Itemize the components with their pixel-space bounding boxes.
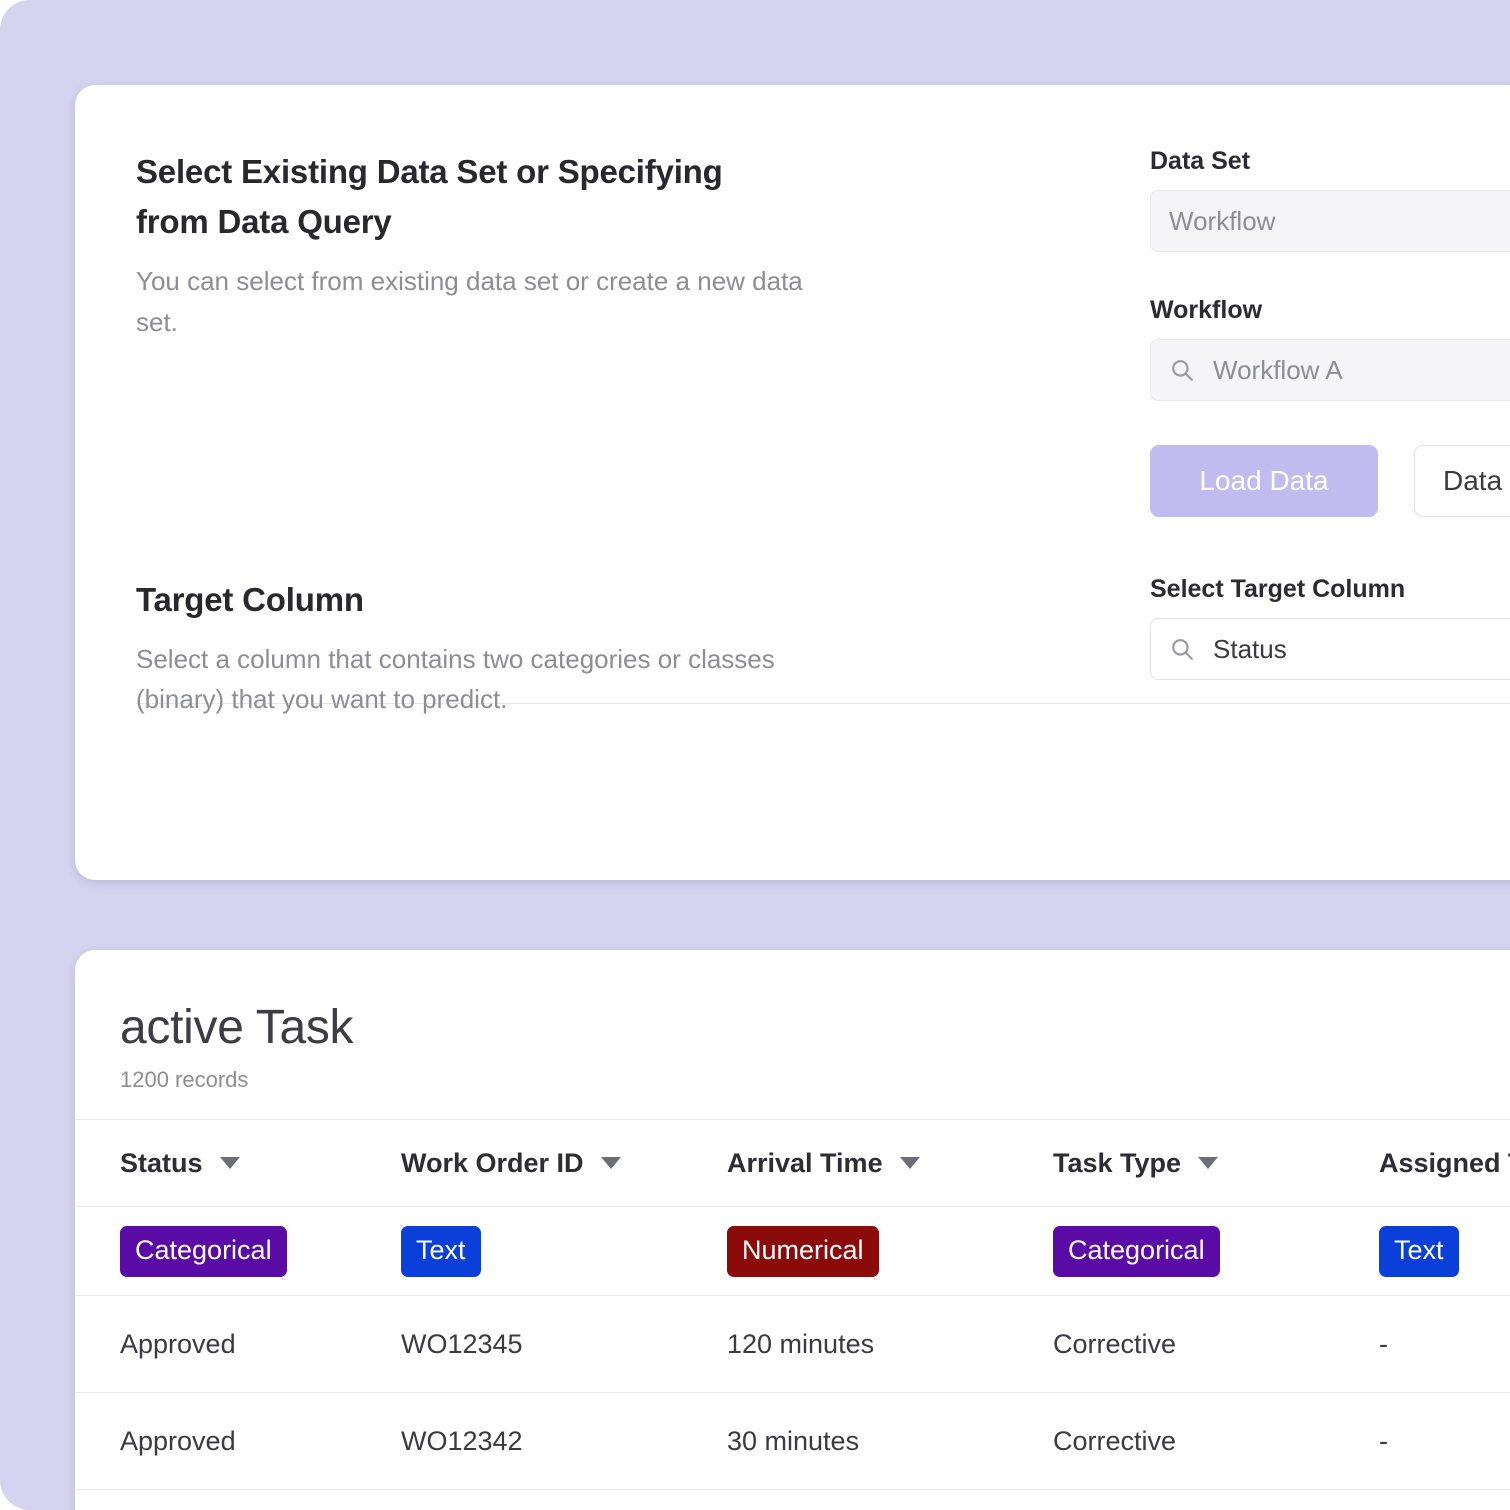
table-row[interactable]: Approved WO12345 120 minutes Corrective … [75,1295,1510,1393]
data-set-label: Data Set [1150,147,1251,175]
section-description: You can select from existing data set or… [136,266,803,337]
type-cell: Text [401,1206,727,1296]
cell-task-type: Corrective [1053,1295,1379,1393]
target-column-section: Target Column Select a column that conta… [75,517,1510,720]
cell-assigned-to: - [1379,1392,1510,1490]
column-label: Task Type [1053,1147,1182,1178]
cell-arrival-time: 30 minutes [727,1392,1053,1490]
column-header-status[interactable]: Status [75,1119,401,1207]
chevron-down-icon[interactable] [1198,1157,1219,1169]
column-header-work-order-id[interactable]: Work Order ID [401,1119,727,1207]
column-header-arrival-time[interactable]: Arrival Time [727,1119,1053,1207]
column-type-row: Categorical Text Numerical Categorical T… [75,1206,1510,1296]
column-label: Status [120,1147,203,1178]
load-data-button[interactable]: Load Data [1150,445,1378,517]
cell-work-order-id: WO12345 [401,1295,727,1393]
data-set-actions: Load Data Data Query [1150,445,1510,517]
status-badge[interactable]: Categorical [120,1225,287,1277]
cell-task-type: Corrective [1053,1392,1379,1490]
cell-status: Approved [75,1392,401,1490]
page-title: active Task [120,1001,354,1054]
type-cell: Text [1379,1206,1510,1296]
table-row[interactable] [75,1489,1510,1510]
target-column-field-group: Select Target Column Status [1150,575,1510,680]
data-set-select[interactable]: Workflow [1150,190,1510,252]
table-header-row: Status Work Order ID Arrival Time Task T… [75,1119,1510,1207]
cell-assigned-to: - [1379,1295,1510,1393]
status-badge[interactable]: Numerical [727,1225,879,1277]
workflow-value: Workflow A [1213,354,1343,385]
target-section-title: Target Column [136,581,364,618]
data-set-value: Workflow [1169,205,1276,236]
table-head: Status Work Order ID Arrival Time Task T… [75,1119,1510,1207]
column-label: Assigned To [1379,1147,1510,1178]
select-data-set-copy: Select Existing Data Set or Specifying f… [75,147,1150,342]
select-data-set-section: Select Existing Data Set or Specifying f… [75,85,1510,517]
table-row[interactable]: Approved WO12342 30 minutes Corrective - [75,1392,1510,1490]
column-header-task-type[interactable]: Task Type [1053,1119,1379,1207]
cell-status: Approved [75,1295,401,1393]
status-badge[interactable]: Categorical [1053,1225,1220,1277]
data-set-card: Select Existing Data Set or Specifying f… [75,85,1510,880]
cell-work-order-id: WO12342 [401,1392,727,1490]
workflow-label: Workflow [1150,296,1263,324]
chevron-down-icon[interactable] [219,1157,240,1169]
data-set-form: Data Set Workflow Workflow Workflow A Lo… [1150,147,1510,517]
type-cell: Categorical [75,1206,401,1296]
column-label: Arrival Time [727,1147,883,1178]
section-title: Select Existing Data Set or Specifying f… [136,153,723,241]
table-body: Categorical Text Numerical Categorical T… [75,1206,1510,1510]
status-badge[interactable]: Text [401,1225,481,1277]
active-task-card: active Task 1200 records Status Work Ord… [75,950,1510,1510]
target-section-description: Select a column that contains two catego… [136,644,775,715]
cell-arrival-time: 120 minutes [727,1295,1053,1393]
workflow-field-group: Workflow Workflow A [1150,296,1510,401]
workflow-search-field[interactable]: Workflow A [1150,339,1510,401]
type-cell: Numerical [727,1206,1053,1296]
search-icon [1172,639,1193,660]
data-query-button[interactable]: Data Query [1414,445,1510,517]
status-badge[interactable]: Text [1379,1225,1459,1277]
app-page: Select Existing Data Set or Specifying f… [0,0,1510,1510]
target-column-label: Select Target Column [1150,575,1406,603]
chevron-down-icon[interactable] [600,1157,621,1169]
target-column-value: Status [1213,633,1287,664]
record-count: 1200 records [120,1067,249,1092]
column-label: Work Order ID [401,1147,584,1178]
table-header-block: active Task 1200 records [75,950,1510,1119]
target-column-form: Select Target Column Status [1150,575,1510,680]
search-icon [1172,360,1193,381]
chevron-down-icon[interactable] [899,1157,920,1169]
column-header-assigned-to[interactable]: Assigned To [1379,1119,1510,1207]
target-column-copy: Target Column Select a column that conta… [75,575,1150,720]
data-table: Status Work Order ID Arrival Time Task T… [75,1119,1510,1510]
type-cell: Categorical [1053,1206,1379,1296]
target-column-search-field[interactable]: Status [1150,618,1510,680]
data-set-field-group: Data Set Workflow [1150,147,1510,252]
